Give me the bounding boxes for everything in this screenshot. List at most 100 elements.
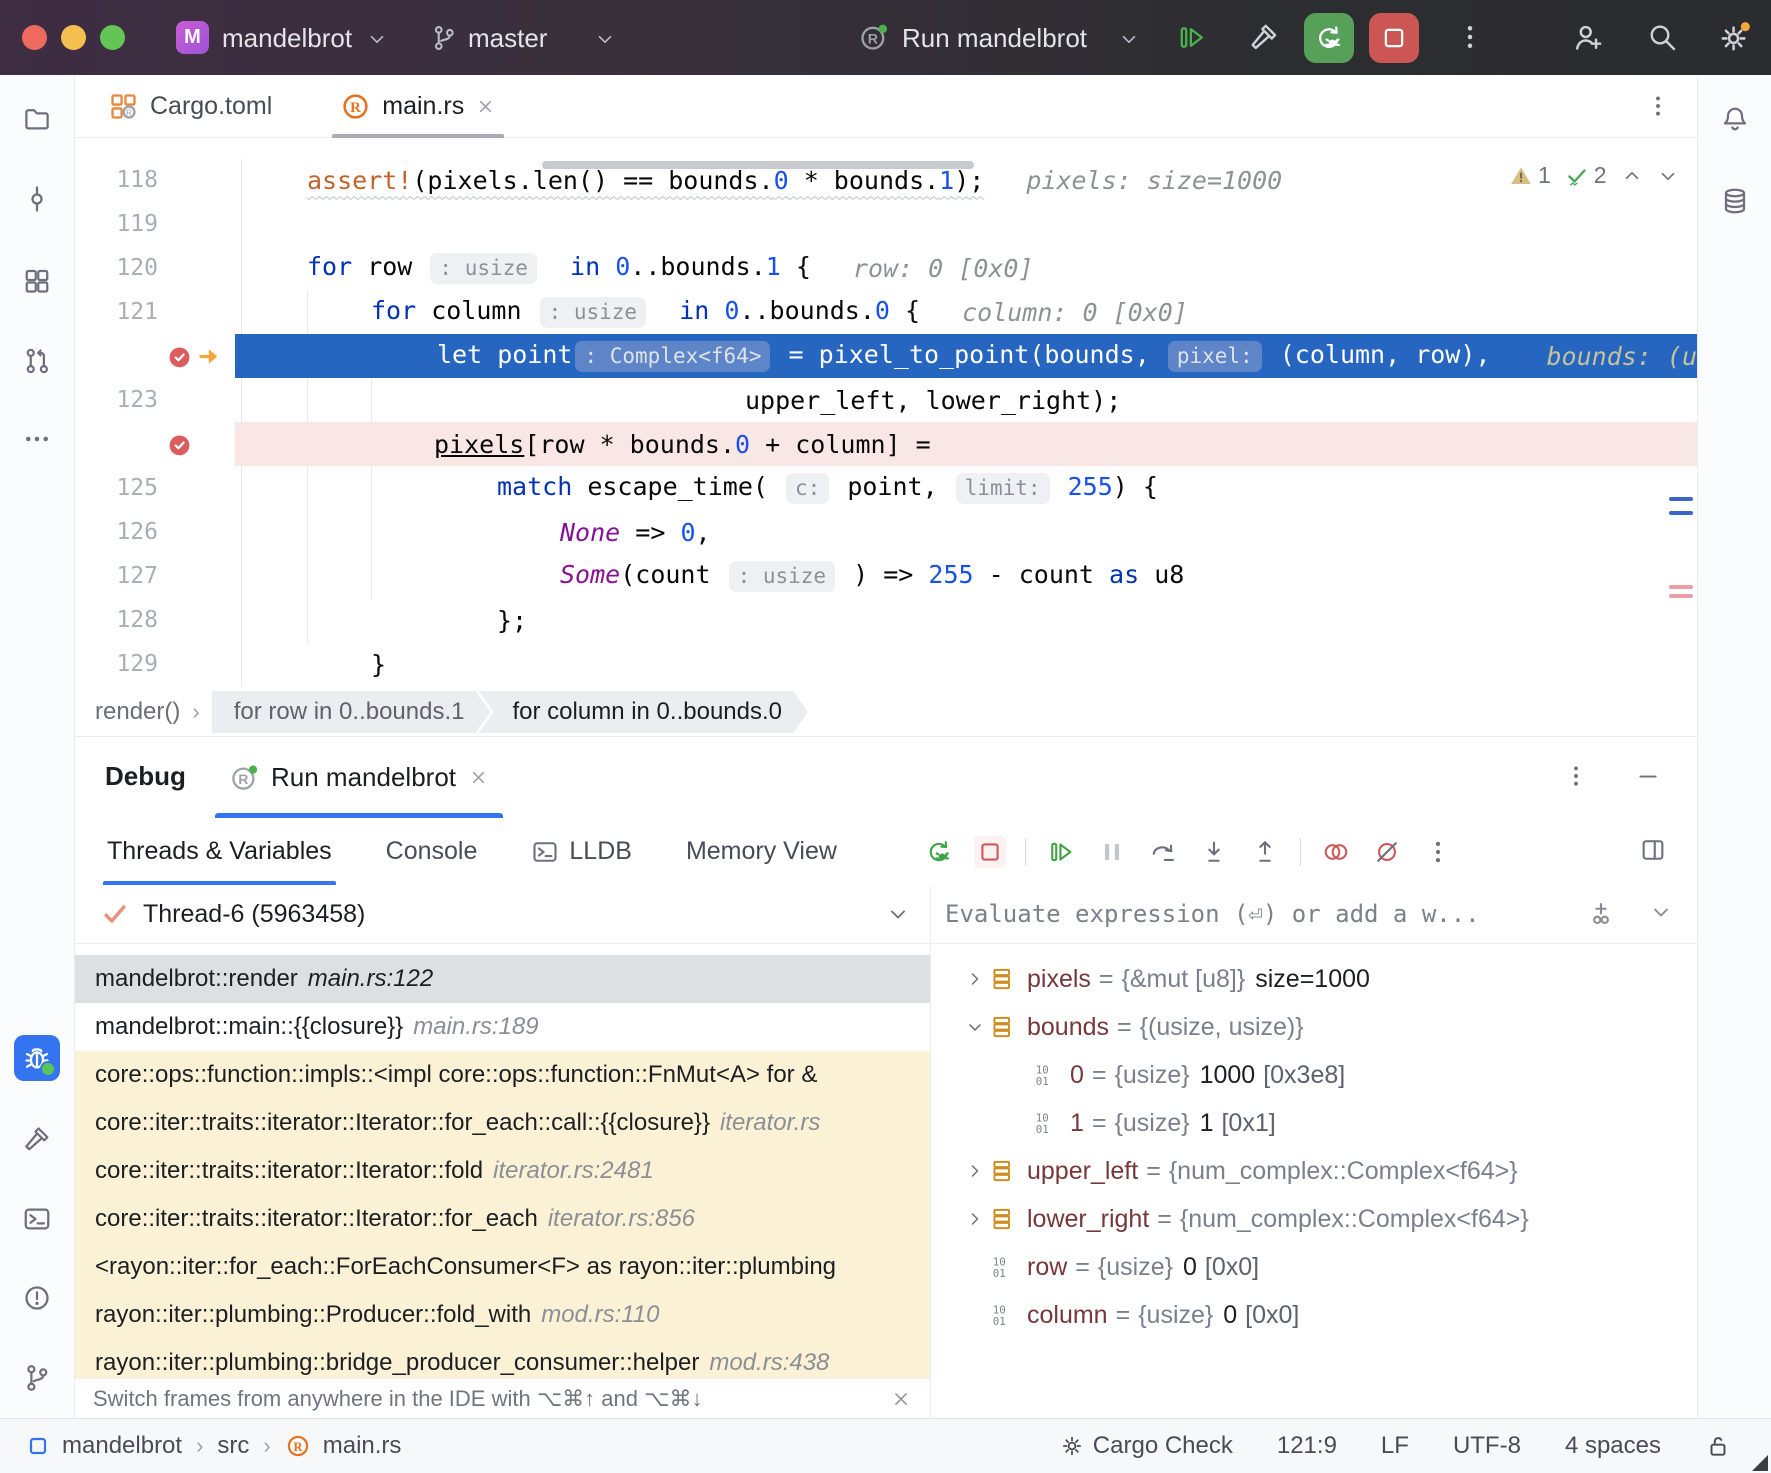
step-into-button[interactable]	[1198, 836, 1230, 868]
code-line[interactable]: 128};	[75, 598, 1697, 642]
chevron-right-icon[interactable]	[961, 1161, 989, 1181]
tab-main-rs[interactable]: R main.rs	[332, 75, 504, 138]
path-segment[interactable]: mandelbrot	[62, 1432, 182, 1460]
add-to-watches-icon[interactable]	[1587, 900, 1615, 928]
code-text[interactable]: }	[235, 642, 1697, 686]
chevron-down-icon[interactable]	[1118, 28, 1140, 50]
line-number[interactable]: 120	[75, 255, 158, 281]
view-breakpoints-button[interactable]	[1320, 836, 1352, 868]
line-number[interactable]: 127	[75, 563, 158, 589]
path-segment[interactable]: src	[217, 1432, 249, 1460]
variable-row[interactable]: bounds={(usize, usize)}	[931, 1003, 1697, 1051]
debug-tab-threads-variables[interactable]: Threads & Variables	[105, 818, 334, 885]
version-control-tool-icon[interactable]	[14, 1355, 60, 1401]
evaluate-expression-field[interactable]: Evaluate expression (⏎) or add a w...	[931, 885, 1697, 944]
rerun-debug-button[interactable]	[923, 836, 955, 868]
debug-tab-lldb[interactable]: LLDB	[529, 818, 634, 885]
code-text[interactable]	[235, 202, 1697, 246]
code-text[interactable]: for column : usize in 0..bounds.0 {colum…	[235, 290, 1697, 334]
line-number[interactable]: 123	[75, 387, 158, 413]
path-segment[interactable]: main.rs	[323, 1432, 402, 1460]
status-widget-121-9[interactable]: 121:9	[1277, 1432, 1337, 1460]
variable-row[interactable]: lower_right={num_complex::Complex<f64>}	[931, 1195, 1697, 1243]
project-name[interactable]: mandelbrot	[222, 23, 352, 54]
resume-button[interactable]	[1045, 836, 1077, 868]
stack-frame-row[interactable]: <rayon::iter::for_each::ForEachConsumer<…	[75, 1243, 930, 1291]
debug-session-tab[interactable]: R Run mandelbrot	[215, 737, 503, 818]
database-tool-icon[interactable]	[1712, 178, 1758, 224]
project-widget-icon[interactable]	[26, 1434, 50, 1458]
code-text[interactable]: let point: Complex<f64> = pixel_to_point…	[235, 334, 1697, 378]
code-line[interactable]: 120 for row : usize in 0..bounds.1 {row: …	[75, 246, 1697, 290]
chevron-down-icon[interactable]	[886, 902, 910, 926]
editor-gutter[interactable]: 118	[75, 158, 235, 202]
debug-tool-icon[interactable]	[14, 1035, 60, 1081]
stack-frame-row[interactable]: mandelbrot::main::{{closure}}main.rs:189	[75, 1003, 930, 1051]
breadcrumb-chip[interactable]: for column in 0..bounds.0	[479, 691, 809, 733]
stack-frame-row[interactable]: core::iter::traits::iterator::Iterator::…	[75, 1195, 930, 1243]
code-line[interactable]: 123upper_left, lower_right);	[75, 378, 1697, 422]
editor-gutter[interactable]: 120	[75, 246, 235, 290]
breakpoint-icon[interactable]	[166, 343, 193, 370]
close-hint-icon[interactable]	[890, 1388, 912, 1410]
more-actions-icon[interactable]	[1455, 22, 1485, 52]
previous-problem-icon[interactable]	[1621, 165, 1643, 187]
error-stripe-mark[interactable]	[1669, 511, 1693, 515]
git-branch-icon[interactable]	[430, 24, 458, 52]
status-widget-cargo-check[interactable]: Cargo Check	[1060, 1432, 1233, 1460]
variable-row[interactable]: 1001column={usize}0[0x0]	[931, 1291, 1697, 1339]
line-number[interactable]: 126	[75, 519, 158, 545]
debug-panel-title[interactable]: Debug	[105, 761, 186, 792]
line-number[interactable]: 118	[75, 167, 158, 193]
variable-row[interactable]: 10011={usize}1[0x1]	[931, 1099, 1697, 1147]
chevron-right-icon[interactable]	[961, 1209, 989, 1229]
run-config-icon[interactable]: R	[858, 22, 889, 53]
editor-gutter[interactable]: 123	[75, 378, 235, 422]
terminal-tool-icon[interactable]	[14, 1196, 60, 1242]
chevron-down-icon[interactable]	[961, 1017, 989, 1037]
thread-selector[interactable]: Thread-6 (5963458)	[75, 885, 930, 944]
rerun-debug-button[interactable]	[1304, 13, 1354, 63]
commit-tool-icon[interactable]	[14, 176, 60, 222]
tab-cargo-toml[interactable]: R Cargo.toml	[100, 75, 280, 138]
stack-frame-row[interactable]: mandelbrot::rendermain.rs:122	[75, 955, 930, 1003]
code-line[interactable]: 121for column : usize in 0..bounds.0 {co…	[75, 290, 1697, 334]
status-widget-lf[interactable]: LF	[1381, 1432, 1409, 1460]
run-config-name[interactable]: Run mandelbrot	[902, 23, 1087, 54]
editor-gutter[interactable]: 121	[75, 290, 235, 334]
pause-button[interactable]	[1096, 836, 1128, 868]
code-text[interactable]: Some(count : usize ) => 255 - count as u…	[235, 554, 1697, 598]
resume-program-icon[interactable]	[1176, 22, 1207, 53]
step-out-button[interactable]	[1249, 836, 1281, 868]
breakpoint-icon[interactable]	[166, 431, 193, 458]
editor-gutter[interactable]: 126	[75, 510, 235, 554]
debug-tab-console[interactable]: Console	[384, 818, 480, 885]
pull-requests-tool-icon[interactable]	[14, 338, 60, 384]
panel-options-kebab-icon[interactable]	[1563, 763, 1589, 789]
variable-row[interactable]: upper_left={num_complex::Complex<f64>}	[931, 1147, 1697, 1195]
chevron-down-icon[interactable]	[1649, 900, 1673, 928]
editor-gutter[interactable]: 127	[75, 554, 235, 598]
editor-gutter[interactable]: 119	[75, 202, 235, 246]
editor-gutter[interactable]	[75, 334, 235, 378]
close-session-icon[interactable]	[468, 767, 489, 788]
editor-gutter[interactable]: 125	[75, 466, 235, 510]
code-text[interactable]: pixels[row * bounds.0 + column] =	[235, 422, 1697, 466]
code-text[interactable]: match escape_time( c: point, limit: 255)…	[235, 466, 1697, 510]
branch-name[interactable]: master	[468, 23, 547, 54]
variable-row[interactable]: 10010={usize}1000[0x3e8]	[931, 1051, 1697, 1099]
code-line[interactable]: let point: Complex<f64> = pixel_to_point…	[75, 334, 1697, 378]
execution-arrow-icon[interactable]	[197, 343, 224, 370]
stack-frame-row[interactable]: core::iter::traits::iterator::Iterator::…	[75, 1099, 930, 1147]
chevron-down-icon[interactable]	[594, 28, 616, 50]
warnings-count[interactable]: 1	[1509, 162, 1551, 189]
build-tool-icon[interactable]	[14, 1116, 60, 1162]
stop-button[interactable]	[1369, 13, 1419, 63]
step-over-button[interactable]	[1147, 836, 1179, 868]
close-tab-icon[interactable]	[475, 96, 496, 117]
breadcrumb-item[interactable]: render()	[95, 698, 180, 726]
project-icon[interactable]: M	[176, 21, 209, 54]
horizontal-scrollbar-thumb[interactable]	[542, 161, 974, 169]
status-widget-utf-8[interactable]: UTF-8	[1453, 1432, 1521, 1460]
code-text[interactable]: for row : usize in 0..bounds.1 {row: 0 […	[235, 246, 1697, 290]
